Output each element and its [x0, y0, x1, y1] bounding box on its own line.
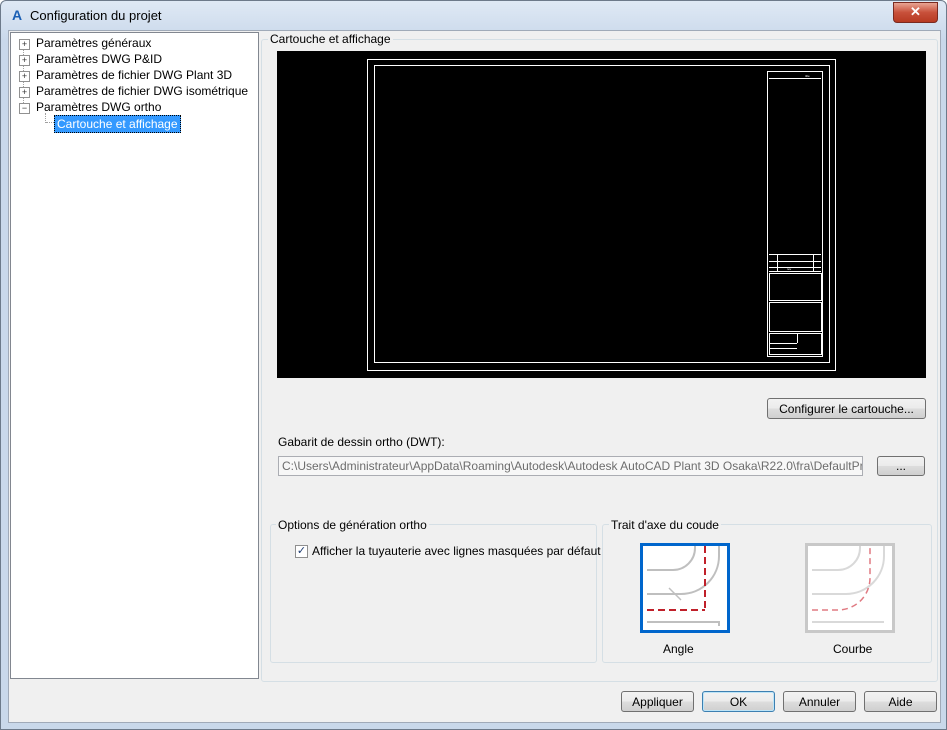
- angle-option-label[interactable]: Angle: [663, 642, 694, 656]
- expand-icon[interactable]: +: [19, 39, 30, 50]
- tree-item-general-settings[interactable]: Paramètres généraux: [36, 35, 151, 51]
- hidden-lines-checkbox[interactable]: ✓: [295, 545, 308, 558]
- tree-item-titleblock-display[interactable]: Cartouche et affichage: [54, 115, 181, 133]
- configure-titleblock-button[interactable]: Configurer le cartouche...: [767, 398, 926, 419]
- browse-button[interactable]: ...: [877, 456, 925, 476]
- template-label: Gabarit de dessin ortho (DWT):: [278, 435, 445, 449]
- help-button[interactable]: Aide: [864, 691, 937, 712]
- elbow-centerline-title: Trait d'axe du coude: [609, 518, 721, 532]
- autocad-logo-icon: A: [11, 7, 23, 23]
- section-title: Cartouche et affichage: [268, 32, 393, 46]
- expand-icon[interactable]: +: [19, 87, 30, 98]
- ortho-options-title: Options de génération ortho: [276, 518, 429, 532]
- close-button[interactable]: ✕: [893, 2, 938, 23]
- tree-item-plant3d-settings[interactable]: Paramètres de fichier DWG Plant 3D: [36, 67, 232, 83]
- title-bar: A Configuration du projet ✕: [1, 1, 946, 31]
- tree-item-iso-settings[interactable]: Paramètres de fichier DWG isométrique: [36, 83, 248, 99]
- template-path-field[interactable]: C:\Users\Administrateur\AppData\Roaming\…: [278, 456, 863, 476]
- tree-item-ortho-settings[interactable]: Paramètres DWG ortho: [36, 99, 161, 115]
- expand-icon[interactable]: +: [19, 55, 30, 66]
- hidden-lines-label[interactable]: Afficher la tuyauterie avec lignes masqu…: [312, 544, 601, 558]
- settings-tree[interactable]: + Paramètres généraux + Paramètres DWG P…: [10, 32, 259, 679]
- ok-button[interactable]: OK: [702, 691, 775, 712]
- tree-connector: [46, 122, 54, 123]
- project-configuration-dialog: A Configuration du projet ✕ + Paramètres…: [0, 0, 947, 730]
- window-title: Configuration du projet: [30, 8, 162, 23]
- svg-text:title: title: [805, 74, 810, 78]
- cancel-button[interactable]: Annuler: [783, 691, 856, 712]
- titleblock-preview: title rev: [277, 51, 926, 378]
- collapse-icon[interactable]: −: [19, 103, 30, 114]
- curve-option-label[interactable]: Courbe: [833, 642, 872, 656]
- angle-option-thumbnail[interactable]: [640, 543, 730, 633]
- dialog-body: + Paramètres généraux + Paramètres DWG P…: [8, 30, 941, 723]
- curve-option-thumbnail[interactable]: [805, 543, 895, 633]
- settings-panel: Cartouche et affichage title rev Configu…: [261, 32, 938, 682]
- apply-button[interactable]: Appliquer: [621, 691, 694, 712]
- expand-icon[interactable]: +: [19, 71, 30, 82]
- tree-item-pid-settings[interactable]: Paramètres DWG P&ID: [36, 51, 162, 67]
- svg-text:rev: rev: [787, 267, 792, 271]
- angle-elbow-icon: [647, 546, 720, 626]
- titleblock-drawing: title rev: [367, 59, 836, 371]
- curve-elbow-icon: [812, 546, 885, 623]
